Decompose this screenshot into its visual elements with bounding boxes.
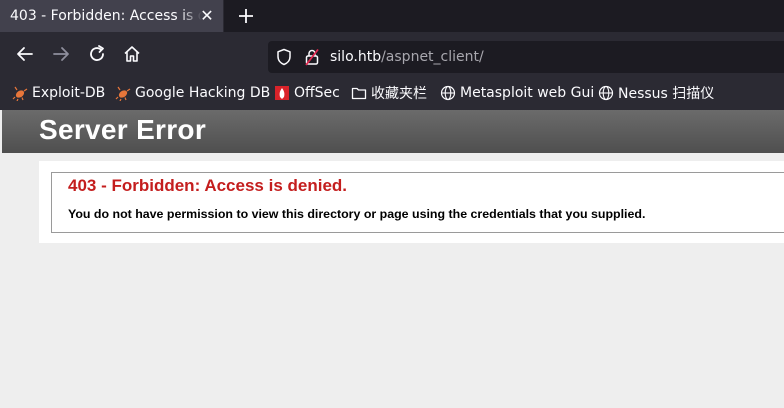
url-host: silo.htb (330, 49, 382, 65)
tab-title: 403 - Forbidden: Access is denied. (10, 8, 202, 24)
new-tab-icon[interactable] (236, 6, 256, 26)
bookmark-label: Metasploit web Gui (460, 85, 595, 101)
bookmark-folder[interactable]: 收藏夹栏 (351, 84, 427, 102)
offsec-icon (275, 86, 289, 100)
back-icon[interactable] (15, 44, 35, 64)
bookmark-metasploit[interactable]: Metasploit web Gui (440, 84, 594, 102)
insecure-lock-icon[interactable] (304, 48, 320, 66)
home-icon[interactable] (122, 44, 142, 64)
browser-tab[interactable]: 403 - Forbidden: Access is denied. ✕ (0, 0, 224, 32)
bug-icon (115, 86, 131, 101)
page-viewport (0, 110, 784, 408)
bookmark-label: 收藏夹栏 (371, 86, 427, 102)
folder-icon (351, 87, 367, 100)
error-message: You do not have permission to view this … (68, 207, 646, 221)
bookmark-exploit-db[interactable]: Exploit-DB (12, 84, 105, 102)
bookmark-label: OffSec (294, 85, 340, 101)
url-text[interactable]: silo.htb/aspnet_client/ (330, 49, 484, 65)
bookmark-label: Exploit-DB (32, 85, 106, 101)
forward-icon[interactable] (51, 44, 71, 64)
bookmark-nessus[interactable]: Nessus 扫描仪 (598, 84, 714, 102)
globe-icon (440, 85, 456, 101)
bookmark-google-hacking-db[interactable]: Google Hacking DB (115, 84, 270, 102)
tab-strip: 403 - Forbidden: Access is denied. ✕ (0, 0, 784, 32)
bookmark-label: Google Hacking DB (135, 85, 271, 101)
bookmark-label: Nessus 扫描仪 (618, 86, 715, 102)
bookmark-offsec[interactable]: OffSec (274, 84, 340, 102)
page-title: Server Error (39, 114, 207, 145)
bug-icon (12, 86, 28, 101)
reload-icon[interactable] (87, 44, 107, 64)
globe-icon (598, 85, 614, 101)
error-heading: 403 - Forbidden: Access is denied. (68, 176, 348, 195)
tab-close-icon[interactable]: ✕ (199, 8, 215, 24)
url-path: /aspnet_client/ (381, 49, 484, 65)
shield-icon[interactable] (276, 48, 292, 66)
